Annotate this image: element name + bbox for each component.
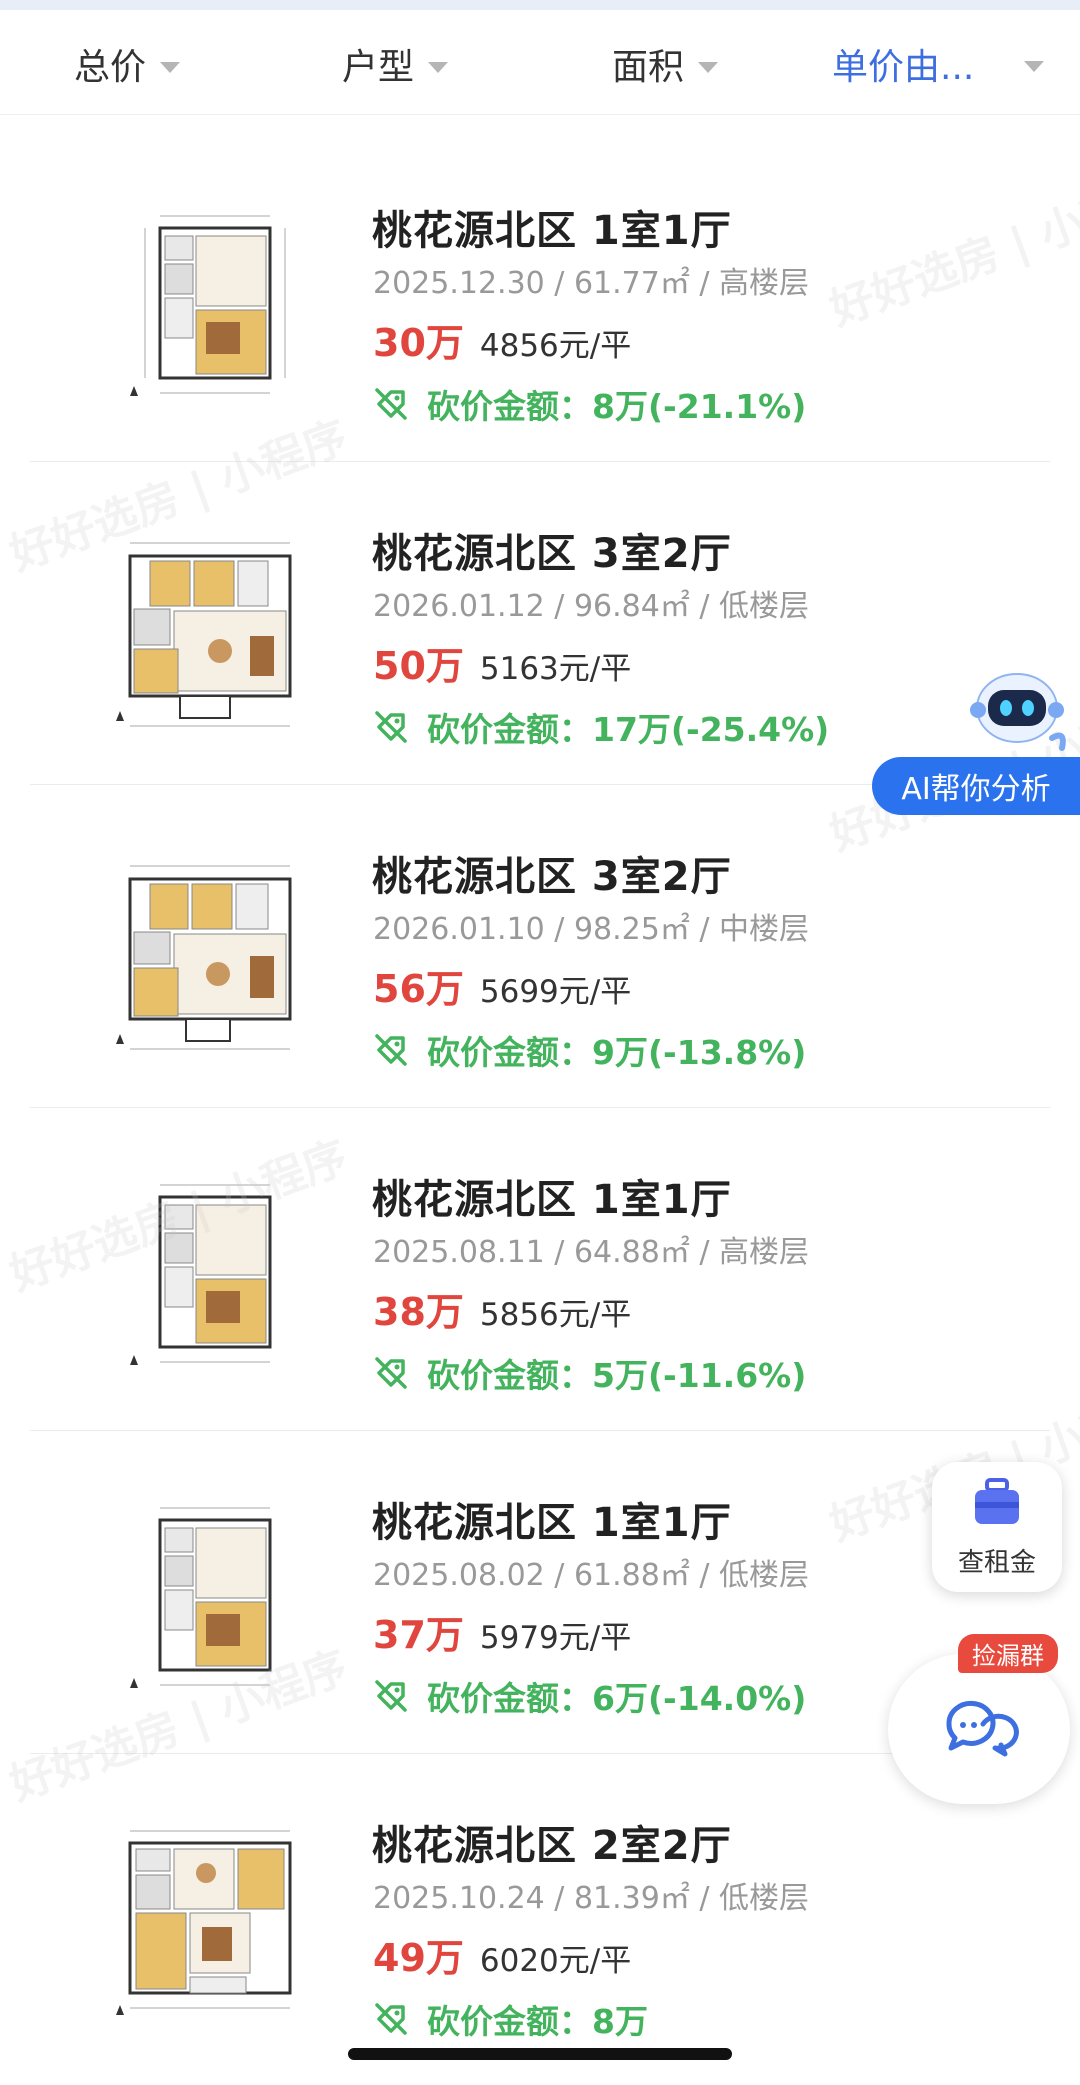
unit-price: 5699元/平	[479, 974, 632, 1010]
listing-page: 总价 户型 面积 单价由... 桃花源北区 1室1厅 2025.12.30 / …	[0, 0, 1080, 2085]
price-cut: 砍价金额：8万	[373, 1995, 648, 2043]
filter-layout[interactable]: 户型	[342, 34, 449, 94]
listing-meta: 2025.08.11 / 64.88㎡ / 高楼层	[373, 1235, 810, 1270]
unit-price: 6020元/平	[479, 1943, 632, 1979]
total-price: 38万	[373, 1290, 464, 1334]
price-cut: 砍价金额：6万(-14.0%)	[373, 1672, 806, 1720]
ai-analysis-button[interactable]: AI帮你分析	[872, 757, 1080, 815]
price-row: 37万 5979元/平	[373, 1604, 631, 1659]
price-tag-cut-icon	[375, 1034, 407, 1066]
unit-price: 5163元/平	[479, 651, 632, 687]
filter-label: 面积	[612, 47, 685, 88]
price-cut-text: 砍价金额：5万(-11.6%)	[427, 1356, 807, 1395]
listing-meta: 2026.01.12 / 96.84㎡ / 低楼层	[373, 589, 810, 624]
filter-area[interactable]: 面积	[612, 34, 719, 94]
total-price: 37万	[373, 1613, 464, 1657]
rent-lookup-button[interactable]: 查租金	[932, 1462, 1062, 1592]
listing-card[interactable]: 桃花源北区 3室2厅 2026.01.12 / 96.84㎡ / 低楼层 50万…	[30, 463, 1050, 785]
price-cut: 砍价金额：9万(-13.8%)	[373, 1026, 806, 1074]
listing-card[interactable]: 桃花源北区 1室1厅 2025.08.11 / 64.88㎡ / 高楼层 38万…	[30, 1109, 1050, 1431]
filter-label: 总价	[74, 47, 147, 88]
suitcase-icon	[975, 1477, 1019, 1524]
rent-lookup-label: 查租金	[957, 1547, 1036, 1578]
triangle-down-icon	[160, 61, 181, 73]
unit-price: 5856元/平	[479, 1297, 632, 1333]
total-price: 56万	[373, 967, 464, 1011]
price-cut: 砍价金额：5万(-11.6%)	[373, 1349, 806, 1397]
listing-meta: 2025.12.30 / 61.77㎡ / 高楼层	[373, 266, 810, 301]
chat-bubbles-icon	[946, 1700, 1019, 1757]
total-price: 49万	[373, 1936, 464, 1980]
price-row: 49万 6020元/平	[373, 1927, 631, 1982]
filter-unit-price-sort[interactable]: 单价由...	[832, 34, 1044, 94]
price-row: 38万 5856元/平	[373, 1281, 631, 1336]
chat-group-badge: 捡漏群	[958, 1634, 1058, 1673]
chat-group-button[interactable]	[888, 1654, 1070, 1804]
price-row: 56万 5699元/平	[373, 958, 631, 1013]
price-cut-text: 砍价金额：17万(-25.4%)	[427, 710, 830, 749]
listing-meta: 2026.01.10 / 98.25㎡ / 中楼层	[373, 912, 810, 947]
floor-plan-image	[90, 1157, 330, 1397]
price-tag-cut-icon	[375, 711, 407, 743]
unit-price: 5979元/平	[479, 1620, 632, 1656]
listing-title: 桃花源北区 2室2厅	[372, 1823, 732, 1869]
listing-meta: 2025.10.24 / 81.39㎡ / 低楼层	[373, 1881, 810, 1916]
price-tag-cut-icon	[375, 1680, 407, 1712]
triangle-down-icon	[1024, 61, 1044, 72]
price-tag-cut-icon	[375, 1357, 407, 1389]
floor-plan-image	[90, 1803, 330, 2043]
robot-icon[interactable]	[962, 660, 1072, 760]
floor-plan-image	[90, 188, 330, 428]
price-cut: 砍价金额：8万(-21.1%)	[373, 380, 806, 428]
listing-title: 桃花源北区 3室2厅	[372, 854, 732, 900]
listing-title: 桃花源北区 1室1厅	[372, 1500, 732, 1546]
triangle-down-icon	[698, 61, 719, 73]
listing-title: 桃花源北区 3室2厅	[372, 531, 732, 577]
price-row: 30万 4856元/平	[373, 312, 631, 367]
listing-card[interactable]: 桃花源北区 2室2厅 2025.10.24 / 81.39㎡ / 低楼层 49万…	[30, 1755, 1050, 2077]
price-cut-text: 砍价金额：8万	[427, 2002, 648, 2041]
floor-plan-image	[90, 834, 330, 1074]
filter-label: 单价由...	[832, 47, 975, 88]
filter-total-price[interactable]: 总价	[74, 34, 181, 94]
price-tag-cut-icon	[375, 388, 407, 420]
triangle-down-icon	[428, 61, 449, 73]
price-row: 50万 5163元/平	[373, 635, 631, 690]
floor-plan-image	[90, 1480, 330, 1720]
listing-meta: 2025.08.02 / 61.88㎡ / 低楼层	[373, 1558, 810, 1593]
price-tag-cut-icon	[375, 2003, 407, 2035]
listing-title: 桃花源北区 1室1厅	[372, 1177, 732, 1223]
listing-title: 桃花源北区 1室1厅	[372, 208, 732, 254]
filter-bar: 总价 户型 面积 单价由...	[0, 10, 1080, 115]
price-cut-text: 砍价金额：6万(-14.0%)	[427, 1679, 807, 1718]
filter-label: 户型	[342, 47, 415, 88]
price-cut-text: 砍价金额：9万(-13.8%)	[427, 1033, 807, 1072]
price-cut-text: 砍价金额：8万(-21.1%)	[427, 387, 807, 426]
floor-plan-image	[90, 511, 330, 751]
home-indicator[interactable]	[348, 2048, 732, 2060]
listing-card[interactable]: 桃花源北区 3室2厅 2026.01.10 / 98.25㎡ / 中楼层 56万…	[30, 786, 1050, 1108]
unit-price: 4856元/平	[479, 328, 632, 364]
total-price: 50万	[373, 644, 464, 688]
price-cut: 砍价金额：17万(-25.4%)	[373, 703, 829, 751]
total-price: 30万	[373, 321, 464, 365]
listing-card[interactable]: 桃花源北区 1室1厅 2025.12.30 / 61.77㎡ / 高楼层 30万…	[30, 140, 1050, 462]
status-strip	[0, 0, 1080, 10]
